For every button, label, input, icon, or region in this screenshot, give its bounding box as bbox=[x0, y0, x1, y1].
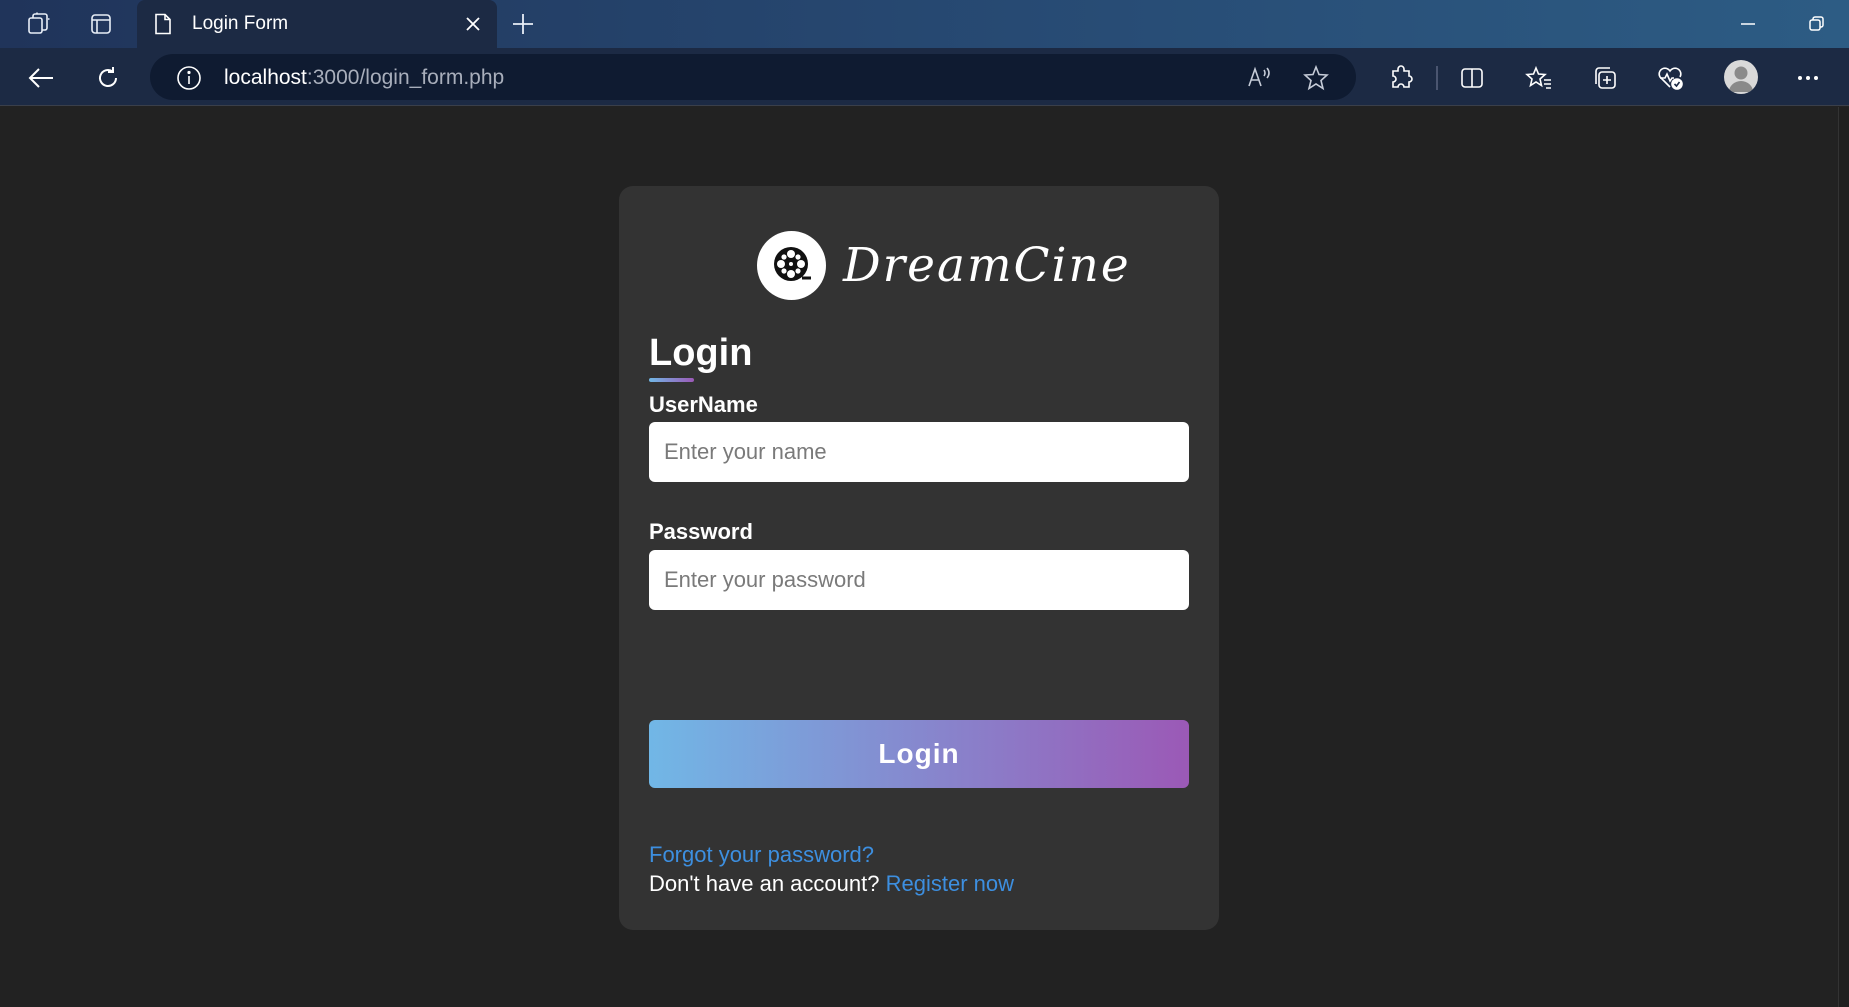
register-link[interactable]: Register now bbox=[886, 871, 1014, 896]
toolbar-separator bbox=[1436, 66, 1438, 90]
url-host: localhost bbox=[224, 66, 307, 89]
back-icon[interactable] bbox=[26, 63, 56, 93]
login-button[interactable]: Login bbox=[649, 720, 1189, 788]
brand: DreamCine bbox=[757, 230, 1131, 300]
browser-tab-bar: Login Form bbox=[0, 0, 1849, 48]
site-info-icon[interactable] bbox=[176, 65, 202, 96]
heading-underline bbox=[649, 378, 694, 382]
password-input[interactable] bbox=[649, 550, 1189, 610]
workspaces-icon[interactable] bbox=[25, 10, 53, 38]
address-toolbar: localhost:3000/login_form.php bbox=[0, 48, 1849, 106]
url-text[interactable]: localhost:3000/login_form.php bbox=[224, 66, 504, 90]
browser-essentials-icon[interactable] bbox=[1655, 63, 1685, 93]
tab-login-form[interactable]: Login Form bbox=[137, 0, 497, 48]
tab-actions-icon[interactable] bbox=[87, 10, 115, 38]
username-input[interactable] bbox=[649, 422, 1189, 482]
extensions-icon[interactable] bbox=[1386, 63, 1416, 93]
forgot-password-link[interactable]: Forgot your password? bbox=[649, 842, 874, 868]
url-path: :3000/login_form.php bbox=[306, 66, 505, 89]
split-screen-icon[interactable] bbox=[1457, 63, 1487, 93]
page-icon bbox=[153, 13, 173, 40]
close-tab-icon[interactable] bbox=[463, 14, 483, 34]
favorites-icon[interactable] bbox=[1524, 63, 1554, 93]
address-bar[interactable]: localhost:3000/login_form.php bbox=[150, 54, 1356, 100]
add-favorite-icon[interactable] bbox=[1302, 64, 1330, 97]
more-menu-icon[interactable] bbox=[1793, 63, 1823, 93]
login-heading: Login bbox=[649, 332, 753, 374]
scrollbar[interactable] bbox=[1838, 107, 1849, 1007]
refresh-icon[interactable] bbox=[93, 63, 123, 93]
password-label: Password bbox=[649, 519, 753, 544]
login-card: DreamCine Login UserName Password Login … bbox=[619, 186, 1219, 930]
new-tab-icon[interactable] bbox=[510, 11, 536, 37]
collections-icon[interactable] bbox=[1590, 63, 1620, 93]
film-reel-icon bbox=[757, 230, 826, 300]
minimize-icon[interactable] bbox=[1738, 14, 1758, 34]
restore-icon[interactable] bbox=[1806, 14, 1826, 34]
no-account-text: Don't have an account? bbox=[649, 871, 880, 896]
tab-title: Login Form bbox=[192, 13, 289, 34]
profile-avatar[interactable] bbox=[1724, 60, 1758, 94]
username-label: UserName bbox=[649, 392, 758, 417]
read-aloud-icon[interactable] bbox=[1246, 65, 1272, 96]
register-prompt: Don't have an account? Register now bbox=[649, 871, 1014, 897]
brand-name: DreamCine bbox=[843, 237, 1131, 293]
